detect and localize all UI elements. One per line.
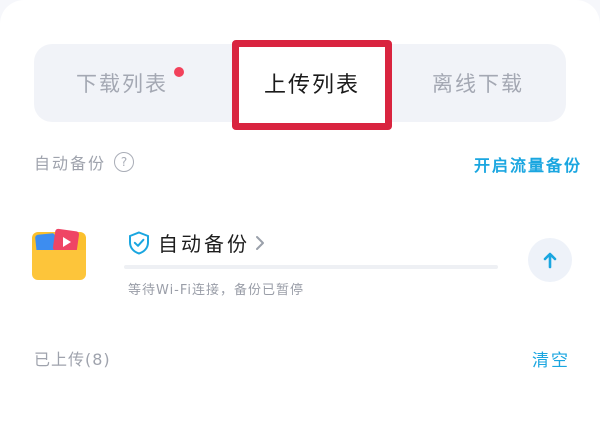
chevron-right-icon — [256, 235, 264, 250]
tab-offline-download[interactable]: 离线下载 — [390, 44, 566, 122]
arrow-up-icon — [543, 252, 557, 269]
backup-status-text: 等待Wi-Fi连接，备份已暂停 — [128, 283, 305, 298]
clear-button[interactable]: 清空 — [532, 346, 570, 371]
tab-download-list[interactable]: 下载列表 — [34, 44, 210, 122]
uploaded-section-title: 已上传(8) — [34, 350, 111, 369]
notification-dot — [174, 67, 184, 77]
upload-list-panel: 下载列表 上传列表 离线下载 自动备份 ? 开启流量备份 自动备份 等待Wi-F… — [0, 0, 600, 427]
auto-backup-item[interactable]: 自动备份 — [128, 228, 266, 257]
enable-traffic-backup-link[interactable]: 开启流量备份 — [474, 152, 582, 176]
tab-upload-list[interactable]: 上传列表 — [232, 40, 392, 126]
auto-backup-section-title: 自动备份 — [34, 154, 107, 173]
transfer-tabbar: 下载列表 上传列表 离线下载 — [34, 40, 566, 126]
backup-progress-bar — [124, 265, 498, 269]
auto-backup-item-title: 自动备份 — [158, 232, 250, 256]
help-icon[interactable]: ? — [114, 152, 135, 172]
shield-check-icon — [129, 230, 149, 255]
folder-media-icon — [32, 228, 86, 280]
auto-backup-section-header: 自动备份 ? — [34, 150, 135, 174]
upload-button[interactable] — [528, 238, 572, 282]
